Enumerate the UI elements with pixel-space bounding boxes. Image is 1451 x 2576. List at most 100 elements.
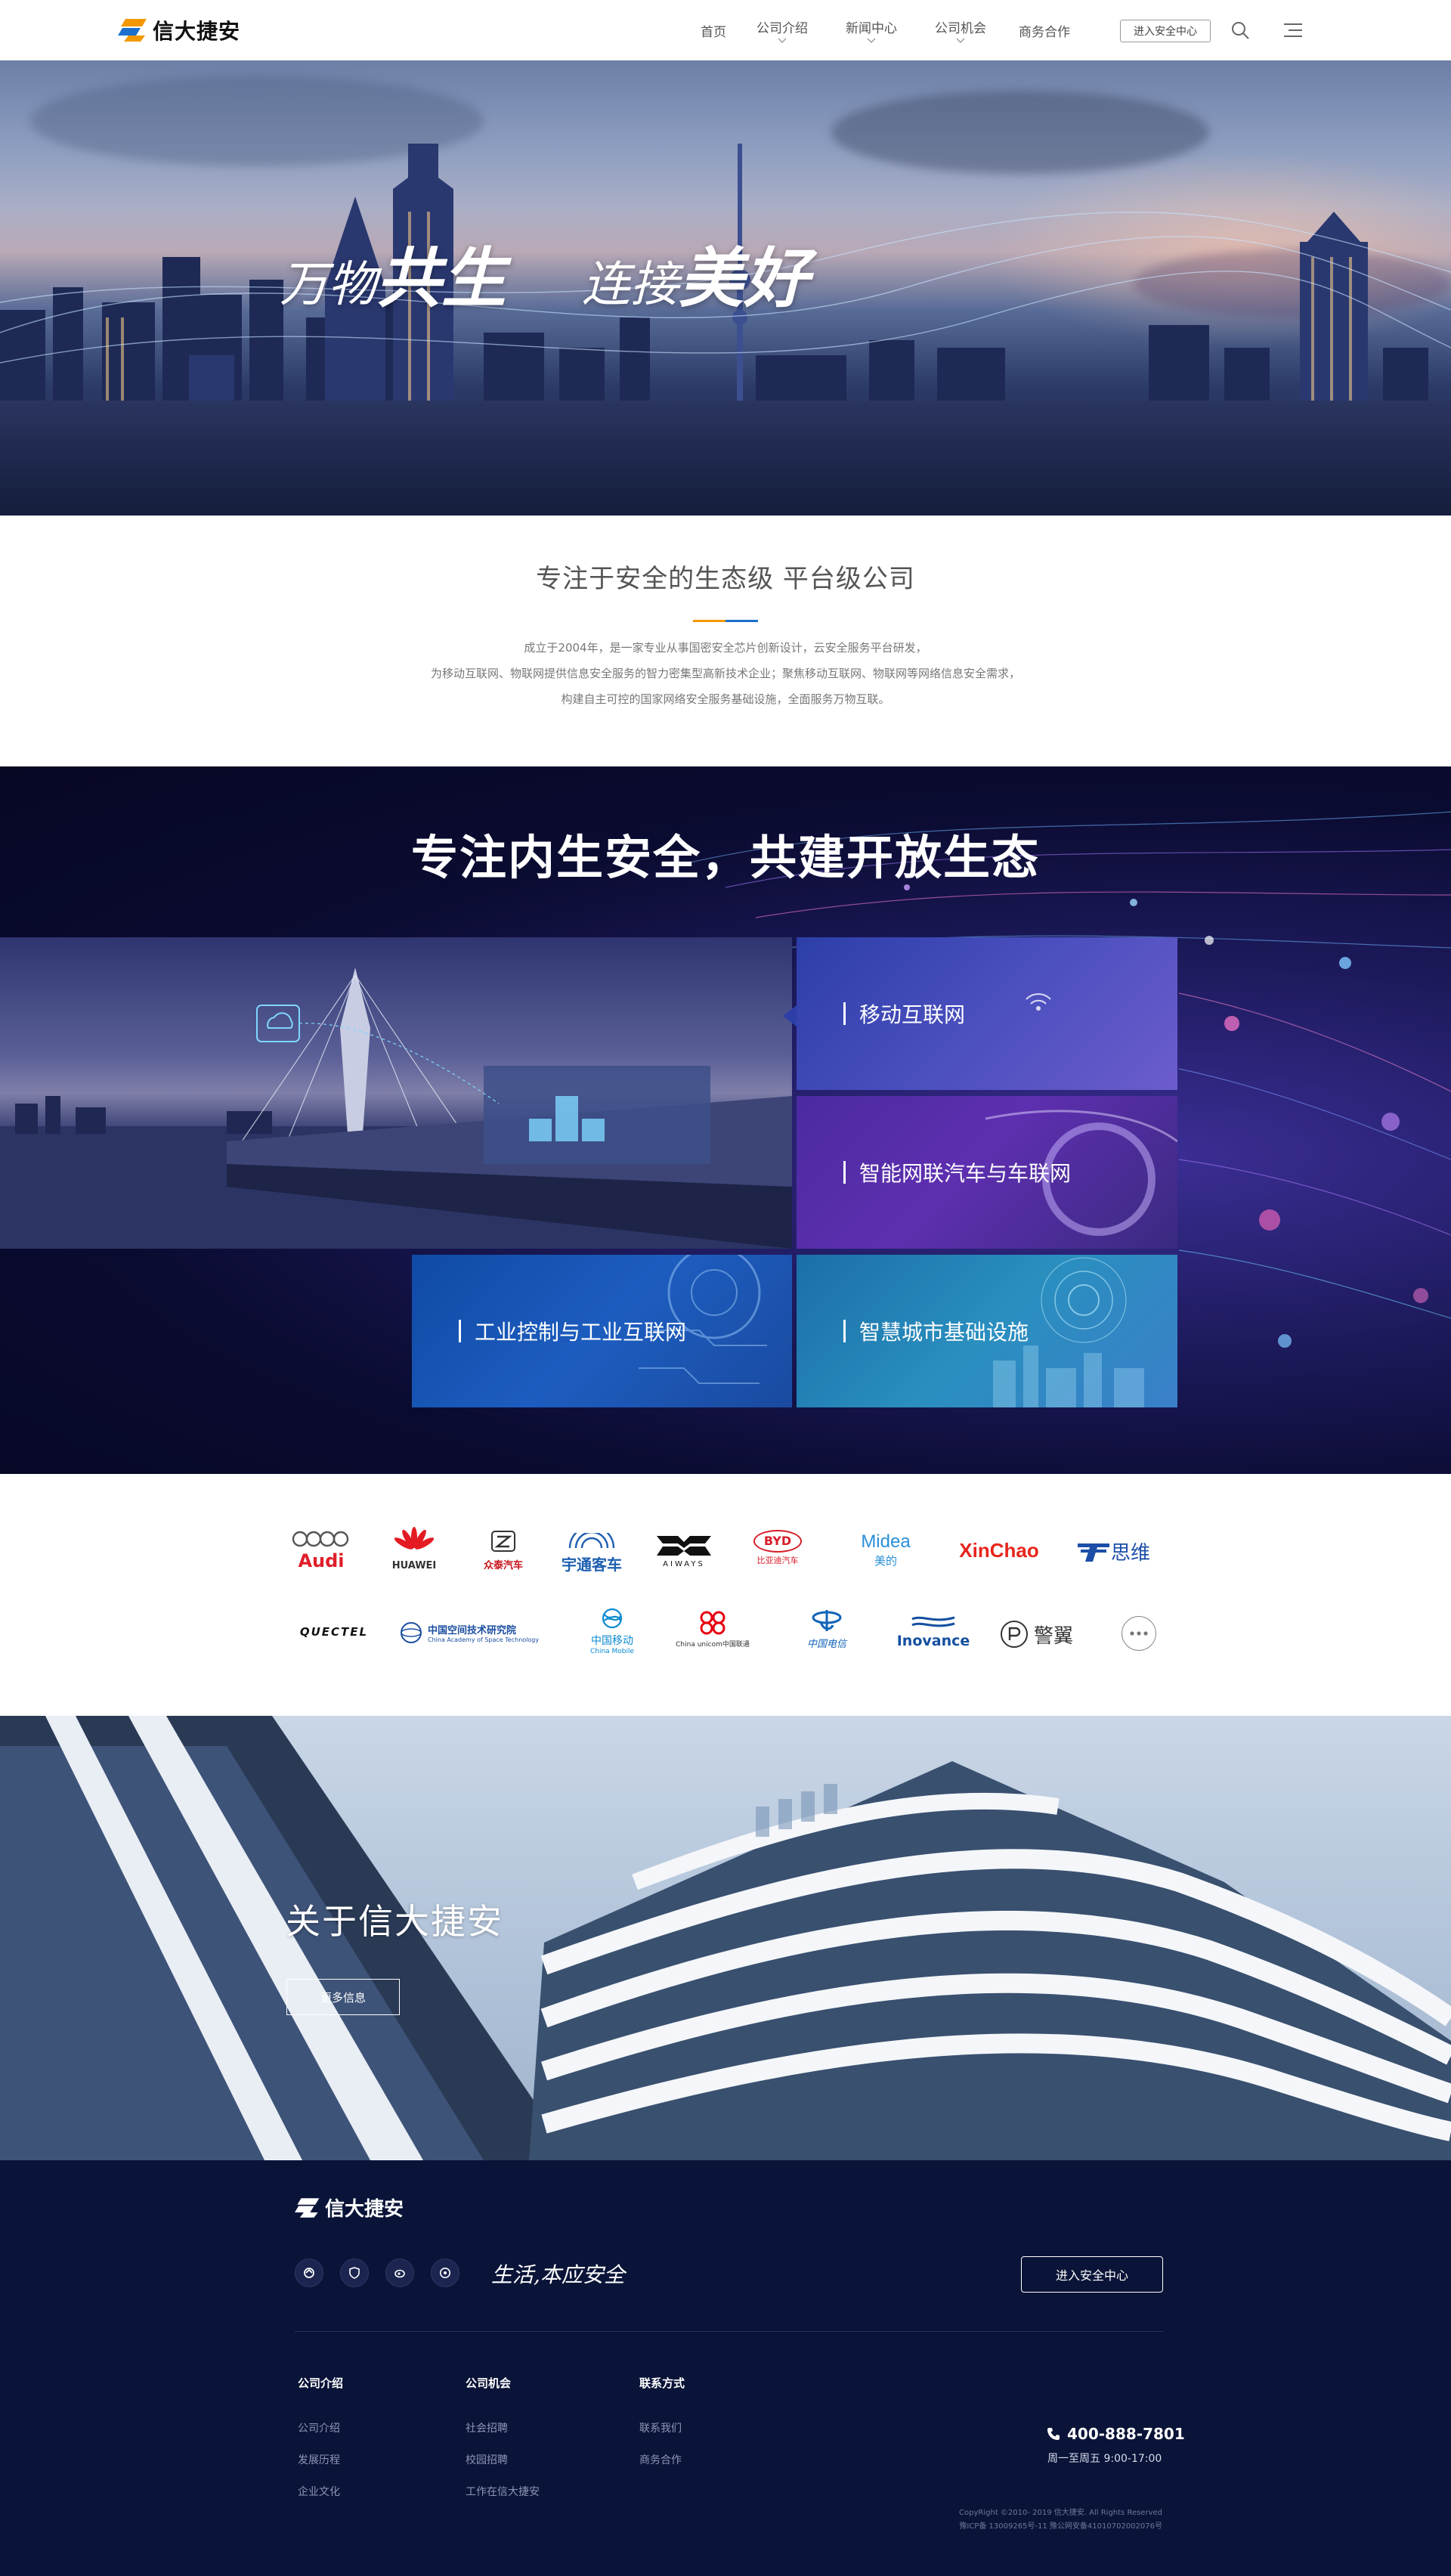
partner-logo-china-telecom: 中国电信 (797, 1607, 857, 1650)
tile-title: 工业控制与工业互联网 (475, 1320, 687, 1345)
partner-name: XinChao (959, 1539, 1039, 1562)
partner-name: 中国电信 (806, 1639, 846, 1650)
nav-label: 首页 (701, 24, 726, 40)
about-title: 关于信大捷安 (286, 1901, 503, 1942)
hero-slogan-part: 连接 (582, 257, 679, 313)
nav-label: 公司介绍 (756, 21, 808, 36)
tile-label: 智能网联汽车与车联网 (843, 1157, 1071, 1187)
footer-link[interactable]: 公司介绍 (298, 2420, 340, 2435)
ecosystem-section: 专注内生安全，共建开放生态 移动互联网 智能网联汽车与车联网 工业控制与工业互联… (0, 766, 1451, 1474)
tile-label: 智慧城市基础设施 (843, 1316, 1029, 1346)
brand-logo[interactable]: 信大捷安 (118, 15, 240, 45)
ecosystem-title: 专注内生安全，共建开放生态 (410, 830, 1040, 885)
footer-logo[interactable]: 信大捷安 (295, 2194, 404, 2221)
social-sina[interactable] (431, 2259, 459, 2287)
logo-mark-icon (295, 2197, 320, 2218)
footer-hours: 周一至周五 9:00-17:00 (1047, 2453, 1162, 2465)
partner-logo-china-mobile: 中国移动 China Mobile (580, 1607, 644, 1655)
footer-column-title: 联系方式 (639, 2376, 685, 2390)
partner-logo-xinchao: XinChao (952, 1539, 1046, 1562)
more-partners-button[interactable] (1122, 1616, 1156, 1651)
partner-logo-inovance: Inovance (895, 1615, 972, 1649)
aiways-mark-icon (657, 1536, 711, 1556)
partner-logo-yutong: 宇通客车 (555, 1525, 628, 1574)
site-header: 信大捷安 首页 公司介绍 新闻中心 公司机会 商务合作 进入安全中心 (0, 0, 1451, 60)
search-icon[interactable] (1230, 20, 1250, 40)
main-nav: 首页 公司介绍 新闻中心 公司机会 商务合作 (689, 0, 1084, 60)
partner-name: 众泰汽车 (483, 1560, 523, 1571)
intro-title: 专注于安全的生态级 平台级公司 (536, 564, 915, 594)
footer-link[interactable]: 商务合作 (639, 2452, 682, 2467)
chevron-down-icon (867, 38, 876, 43)
phone-icon (1047, 2428, 1060, 2440)
partner-logo-china-unicom: China unicom中国联通 (673, 1610, 753, 1649)
tile-pointer (783, 1005, 797, 1026)
partner-name: 比亚迪汽车 (756, 1556, 799, 1565)
hero-slogan-part: 共生 (376, 240, 506, 317)
tsingsi-t-icon (1078, 1543, 1109, 1562)
sina-icon (440, 2268, 450, 2278)
more-icon (1130, 1631, 1148, 1636)
partner-name: 美的 (874, 1554, 897, 1568)
partner-name: QUECTEL (299, 1625, 369, 1639)
nav-item-home[interactable]: 首页 (689, 0, 738, 60)
tile-connected-vehicle[interactable]: 智能网联汽车与车联网 (797, 1096, 1177, 1249)
footer-link[interactable]: 校园招聘 (466, 2452, 508, 2467)
hero-slogan-part: 万物 (280, 257, 376, 313)
hero-slogan: 万物共生 连接美好 (280, 225, 809, 320)
tile-title: 移动互联网 (859, 1002, 966, 1027)
chevron-down-icon (956, 38, 965, 43)
brand-name: 信大捷安 (153, 19, 241, 44)
footer-phone[interactable]: 400-888-7801 (1046, 2425, 1185, 2443)
security-center-button[interactable]: 进入安全中心 (1120, 20, 1211, 42)
partner-logo-tsingsi: 思维 (1076, 1537, 1159, 1565)
bridge-illustration (0, 968, 792, 1249)
partner-logo-zotye: 众泰汽车 (473, 1530, 534, 1571)
tile-title: 智慧城市基础设施 (859, 1320, 1029, 1345)
zotye-emblem-icon (491, 1531, 515, 1552)
hero-banner: 万物共生 连接美好 (0, 60, 1451, 516)
social-wechat[interactable] (295, 2259, 323, 2287)
partner-name: 中国空间技术研究院 (428, 1625, 517, 1636)
footer-slogan: 生活,本应安全 (491, 2262, 625, 2287)
intro-line-3: 构建自主可控的国家网络安全服务基础设施，全面服务万物互联。 (561, 692, 890, 706)
weibo-icon (394, 2269, 405, 2278)
menu-icon[interactable] (1282, 20, 1304, 40)
intro-section: 专注于安全的生态级 平台级公司 成立于2004年，是一家专业从事国密安全芯片创新… (0, 516, 1451, 766)
tile-industrial-internet[interactable]: 工业控制与工业互联网 (412, 1255, 792, 1407)
logo-mark-icon (118, 19, 147, 42)
footer-icp: 豫ICP备 13009265号-11 豫公网安备41010702002076号 (959, 2522, 1162, 2531)
partner-logo-cast: 中国空间技术研究院 China Academy of Space Technol… (399, 1621, 544, 1645)
title-underline (693, 611, 758, 622)
partner-name: BYD (763, 1534, 792, 1548)
partner-name: China Academy of Space Technology (428, 1636, 540, 1643)
nav-item-careers[interactable]: 公司机会 (916, 0, 1005, 60)
footer-link[interactable]: 联系我们 (639, 2420, 682, 2435)
nav-item-company[interactable]: 公司介绍 (738, 0, 827, 60)
footer-link[interactable]: 社会招聘 (466, 2420, 508, 2435)
intro-line-2: 为移动互联网、物联网提供信息安全服务的智力密集型高新技术企业；聚焦移动互联网、物… (430, 667, 1020, 680)
more-info-button[interactable]: 更多信息 (286, 1979, 400, 2015)
footer-security-center-button[interactable]: 进入安全中心 (1021, 2256, 1163, 2293)
jingyi-badge-icon (1001, 1621, 1028, 1648)
about-section: 关于信大捷安 更多信息 (0, 1716, 1451, 2160)
footer-link[interactable]: 发展历程 (298, 2452, 340, 2467)
tile-label: 移动互联网 (843, 999, 965, 1029)
yutong-arc-icon (568, 1525, 615, 1549)
partner-name: Inovance (896, 1633, 970, 1649)
footer-link[interactable]: 工作在信大捷安 (466, 2484, 540, 2499)
building-illustration (0, 1716, 1451, 2160)
tile-smart-city[interactable]: 智慧城市基础设施 (797, 1255, 1177, 1407)
social-shield[interactable] (340, 2259, 369, 2287)
social-weibo[interactable] (385, 2259, 414, 2287)
tile-mobile-internet[interactable]: 移动互联网 (797, 937, 1177, 1090)
partner-name: China unicom中国联通 (676, 1641, 750, 1649)
nav-item-news[interactable]: 新闻中心 (827, 0, 916, 60)
site-footer: 信大捷安 生活,本应安全 进入安全中心 公司介绍 公司介绍 发展历程 企业文化 … (0, 2160, 1451, 2576)
telecom-swirl-icon (812, 1610, 842, 1631)
partner-logo-midea: Midea 美的 (848, 1531, 924, 1568)
nav-label: 商务合作 (1019, 24, 1070, 40)
footer-link[interactable]: 企业文化 (298, 2484, 340, 2499)
nav-item-business[interactable]: 商务合作 (1005, 0, 1084, 60)
footer-copyright: CopyRight ©2010- 2019 信大捷安. All Rights R… (959, 2509, 1162, 2517)
